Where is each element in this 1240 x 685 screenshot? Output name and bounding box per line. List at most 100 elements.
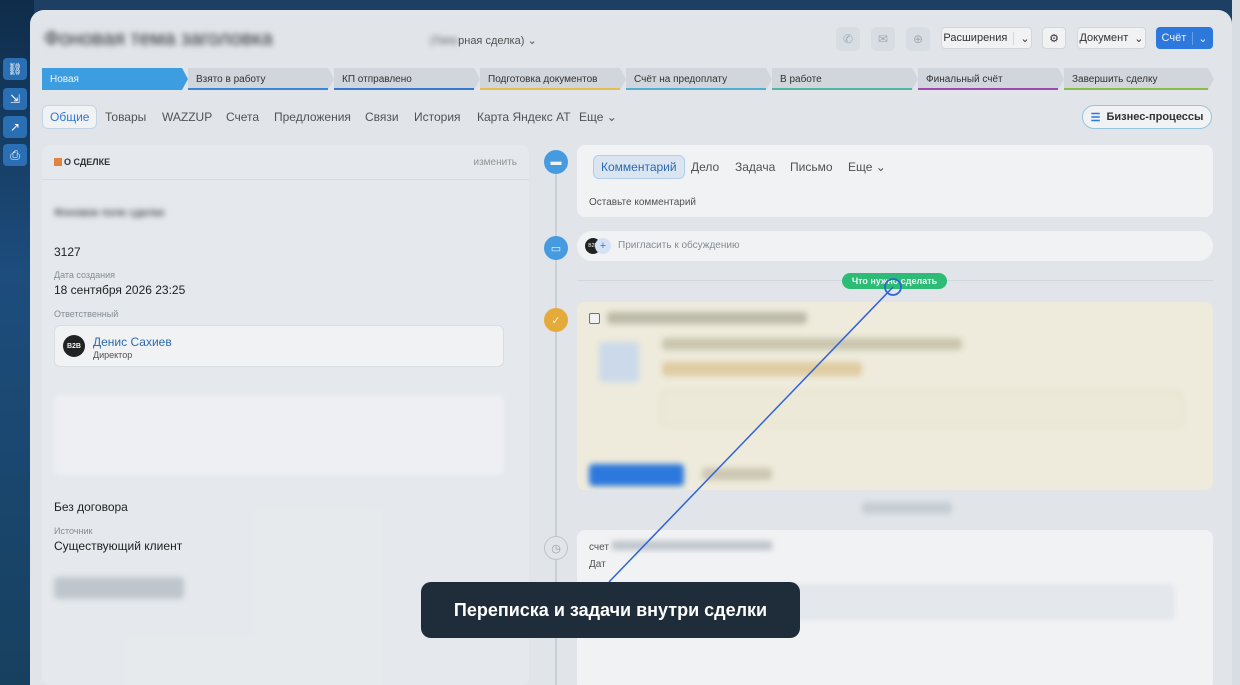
tab-general[interactable]: Общие <box>42 105 98 129</box>
blurred-task-title <box>607 312 807 324</box>
comment-input[interactable]: Оставьте комментарий <box>589 197 696 208</box>
deal-name-value: Фоновое поле сделки <box>54 207 165 219</box>
tab-links[interactable]: Связи <box>365 105 399 129</box>
responsible-label: Ответственный <box>54 309 119 319</box>
clock-icon: ◷ <box>544 536 568 560</box>
created-value: 18 сентября 2026 23:25 <box>54 283 186 297</box>
blurred-history-title <box>611 541 772 550</box>
chevron-down-icon: ⌄ <box>606 110 617 124</box>
stage-complete[interactable]: Завершить сделку <box>1064 68 1214 90</box>
responsible-role: Директор <box>93 350 133 360</box>
blurred-task-tag <box>662 362 862 376</box>
tab-wazzup[interactable]: WAZZUP <box>162 105 212 129</box>
tab-more[interactable]: Еще ⌄ <box>579 105 617 129</box>
invoice-button[interactable]: Счёт ⌄ <box>1156 27 1213 49</box>
blurred-task-link[interactable] <box>702 468 772 480</box>
stage-label: Новая <box>50 73 79 85</box>
chevron-down-icon: ⌄ <box>527 35 537 47</box>
history-date: Дат <box>589 559 606 570</box>
zoom-icon[interactable]: ⊕ <box>906 27 930 51</box>
stage-label: Подготовка документов <box>488 73 598 85</box>
deal-type-blurred: (Типо <box>430 35 459 47</box>
chevron-down-icon: ⌄ <box>1013 31 1030 45</box>
tab-task[interactable]: Задача <box>735 155 775 179</box>
tab-more-label: Еще <box>579 110 604 124</box>
plus-icon[interactable]: + <box>595 238 611 254</box>
stage-docs[interactable]: Подготовка документов <box>480 68 626 90</box>
stage-offer-sent[interactable]: КП отправлено <box>334 68 480 90</box>
blurred-task-button[interactable] <box>589 464 684 486</box>
stage-new[interactable]: Новая <box>42 68 188 90</box>
stage-color-bar <box>918 88 1058 90</box>
activity-composer: Комментарий Дело Задача Письмо Еще ⌄ Ост… <box>577 145 1213 217</box>
deal-type-label: рная сделка) <box>458 35 525 47</box>
history-title-label: счет <box>589 542 609 553</box>
stage-bar: Новая Взято в работу КП отправлено Подго… <box>42 68 1214 90</box>
tab-history[interactable]: История <box>414 105 461 129</box>
stage-color-bar <box>772 88 912 90</box>
invite-discussion-field[interactable]: B2B + Пригласить к обсуждению <box>577 231 1213 261</box>
blurred-amount <box>54 577 184 599</box>
tab-invoices[interactable]: Счета <box>226 105 259 129</box>
stage-color-bar <box>334 88 474 90</box>
stage-in-work[interactable]: В работе <box>772 68 918 90</box>
tab-composer-more[interactable]: Еще ⌄ <box>848 155 886 179</box>
print-icon[interactable]: ⎙ <box>3 144 27 166</box>
task-check-icon: ✓ <box>544 308 568 332</box>
mail-icon[interactable]: ✉ <box>871 27 895 51</box>
stage-color-bar <box>188 88 328 90</box>
created-label: Дата создания <box>54 270 115 280</box>
stage-taken[interactable]: Взято в работу <box>188 68 334 90</box>
comment-icon: ▬ <box>544 150 568 174</box>
business-processes-button[interactable]: ☰ Бизнес-процессы <box>1082 105 1212 129</box>
contract-value: Без договора <box>54 500 128 514</box>
document-label: Документ <box>1079 32 1129 44</box>
document-button[interactable]: Документ ⌄ <box>1077 27 1146 49</box>
download-icon[interactable]: ⇲ <box>3 88 27 110</box>
stage-label: Финальный счёт <box>926 73 1003 85</box>
chevron-down-icon: ⌄ <box>875 160 886 174</box>
stage-color-bar <box>626 88 766 90</box>
tab-products[interactable]: Товары <box>105 105 146 129</box>
stage-color-bar <box>1064 88 1208 90</box>
blurred-task-desc <box>662 338 962 350</box>
stage-label: Счёт на предоплату <box>634 73 728 85</box>
flow-icon: ☰ <box>1090 111 1101 124</box>
blurred-task-field <box>662 392 1182 426</box>
stage-final-invoice[interactable]: Финальный счёт <box>918 68 1064 90</box>
external-link-icon[interactable]: ↗ <box>3 116 27 138</box>
task-checkbox[interactable] <box>589 313 600 324</box>
deal-title: Фоновая тема заголовка <box>44 28 273 50</box>
extensions-label: Расширения <box>943 32 1008 44</box>
scrollbar[interactable] <box>1232 0 1240 685</box>
tab-letter[interactable]: Письмо <box>790 155 833 179</box>
phone-icon[interactable]: ✆ <box>836 27 860 51</box>
chat-icon: ▭ <box>544 236 568 260</box>
chevron-down-icon: ⌄ <box>1134 32 1144 45</box>
blurred-section <box>54 395 504 475</box>
business-processes-label: Бизнес-процессы <box>1106 111 1204 123</box>
about-heading: О СДЕЛКЕ <box>54 157 110 167</box>
task-card <box>577 302 1213 490</box>
stage-prepay[interactable]: Счёт на предоплату <box>626 68 772 90</box>
extensions-button[interactable]: Расширения ⌄ <box>941 27 1032 49</box>
callout-label: Переписка и задачи внутри сделки <box>421 582 800 638</box>
link-icon[interactable]: ⛓ <box>3 58 27 80</box>
todo-badge: Что нужно сделать <box>842 273 947 289</box>
blurred-date-badge <box>862 502 952 514</box>
tab-yandex-map[interactable]: Карта Яндекс АТ <box>477 105 571 129</box>
deal-type[interactable]: (Типорная сделка) ⌄ <box>430 34 537 47</box>
collapse-icon[interactable] <box>54 158 62 166</box>
tab-offers[interactable]: Предложения <box>274 105 351 129</box>
tab-comment[interactable]: Комментарий <box>593 155 685 179</box>
responsible-name[interactable]: Денис Сахиев <box>93 335 172 349</box>
left-rail: ⛓ ⇲ ↗ ⎙ <box>0 0 34 685</box>
edit-link[interactable]: изменить <box>473 157 517 168</box>
stage-label: Завершить сделку <box>1072 73 1158 85</box>
settings-gear-icon[interactable]: ⚙ <box>1042 27 1066 49</box>
tab-composer-more-label: Еще <box>848 160 873 174</box>
stage-label: В работе <box>780 73 822 85</box>
tab-deal[interactable]: Дело <box>691 155 719 179</box>
responsible-card[interactable]: B2B Денис Сахиев Директор <box>54 325 504 367</box>
stage-label: Взято в работу <box>196 73 266 85</box>
